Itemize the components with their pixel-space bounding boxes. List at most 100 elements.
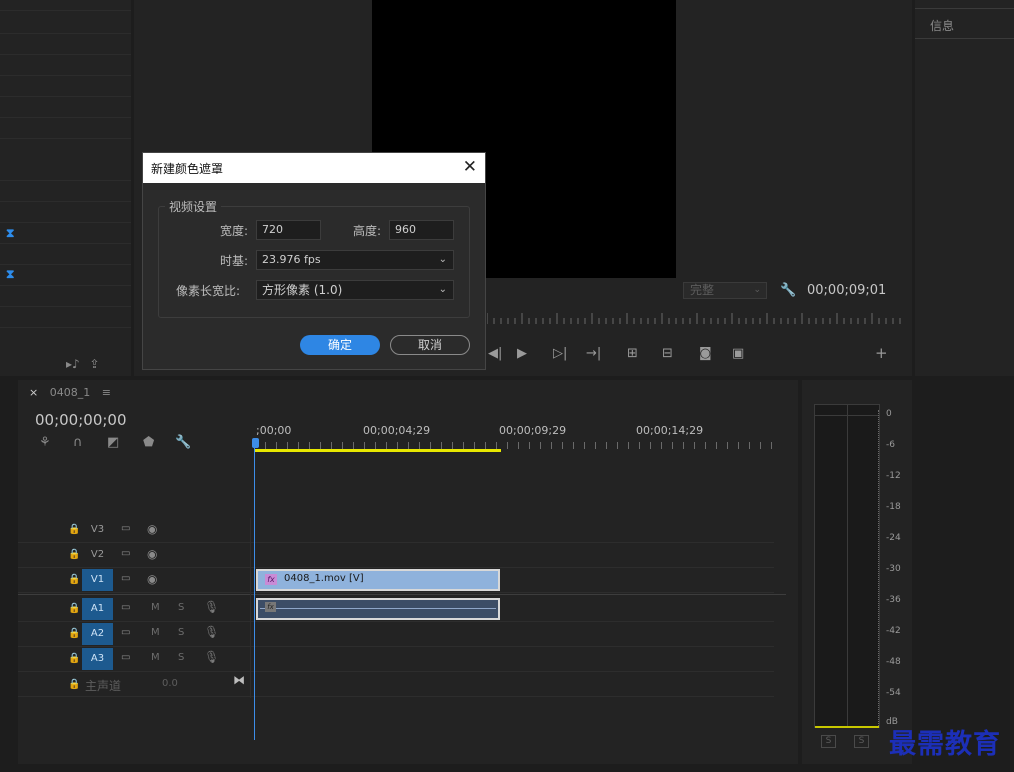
divider (915, 8, 1014, 9)
lock-icon[interactable]: 🔒 (68, 628, 80, 639)
program-timecode[interactable]: 00;00;09;01 (807, 283, 886, 298)
divider (0, 54, 131, 55)
timeline-timecode[interactable]: 00;00;00;00 (35, 411, 127, 429)
width-field[interactable]: 720 (256, 220, 321, 240)
program-ruler[interactable] (487, 313, 901, 325)
audio-clip[interactable]: fx (256, 598, 500, 620)
export-icon[interactable]: ⇪ (90, 357, 100, 371)
track-name[interactable]: V2 (82, 544, 113, 566)
timeline-tab[interactable]: × 0408_1 ≡ (29, 386, 111, 399)
video-clip[interactable]: fx 0408_1.mov [V] (256, 569, 500, 591)
camera-icon[interactable]: ◙ (699, 346, 712, 361)
audio-waveform-line (260, 608, 496, 609)
lock-icon[interactable]: 🔒 (68, 603, 80, 614)
solo-right-button[interactable]: S (854, 735, 869, 748)
track-name[interactable]: V1 (82, 569, 113, 591)
project-bottom-icons: ▸♪ ⇪ (66, 357, 100, 371)
microphone-icon[interactable]: 🎙 (204, 625, 219, 639)
eye-icon[interactable]: ◉ (147, 572, 157, 586)
sync-lock-icon[interactable]: ▭ (121, 627, 130, 638)
step-back-icon[interactable]: ◀| (488, 346, 502, 361)
wrench-icon[interactable]: 🔧 (175, 435, 191, 450)
fit-select[interactable]: 完整 ⌄ (683, 282, 767, 299)
lock-icon[interactable]: 🔒 (68, 524, 80, 535)
track-header-v1: 🔒 V1 ▭ ◉ (18, 568, 250, 592)
timeline-tab-label: 0408_1 (49, 386, 91, 399)
tab-info[interactable]: 信息 (930, 17, 954, 34)
divider (0, 117, 131, 118)
go-to-end-icon[interactable]: ⧓ (233, 673, 245, 687)
lock-icon[interactable]: 🔒 (68, 679, 80, 690)
track-row-master (18, 672, 774, 697)
lock-icon[interactable]: 🔒 (68, 653, 80, 664)
av-divider[interactable] (18, 594, 786, 595)
microphone-icon[interactable]: 🎙 (204, 650, 219, 664)
add-button-icon[interactable]: + (875, 344, 888, 362)
linked-selection-icon[interactable]: ◩ (107, 435, 119, 450)
project-panel: ⧗ ⧗ ▸♪ ⇪ (0, 0, 131, 376)
step-forward-icon[interactable]: ▷| (553, 346, 567, 361)
height-field[interactable]: 960 (389, 220, 454, 240)
sync-lock-icon[interactable]: ▭ (121, 602, 130, 613)
solo-button[interactable]: S (178, 602, 184, 613)
sync-lock-icon[interactable]: ▭ (121, 573, 130, 584)
track-header-a1: 🔒 A1 ▭ M S 🎙 (18, 597, 250, 621)
track-name[interactable]: V3 (82, 519, 113, 541)
mute-button[interactable]: M (151, 602, 160, 613)
track-name[interactable]: A1 (82, 598, 113, 620)
menu-icon[interactable]: ≡ (102, 386, 111, 399)
track-name[interactable]: A3 (82, 648, 113, 670)
ruler-label: 00;00;04;29 (363, 424, 431, 437)
solo-left-button[interactable]: S (821, 735, 836, 748)
marker-icon[interactable]: ⬟ (143, 435, 154, 450)
ok-button[interactable]: 确定 (300, 335, 380, 355)
close-icon[interactable]: × (29, 386, 38, 399)
cancel-button[interactable]: 取消 (390, 335, 470, 355)
microphone-icon[interactable]: 🎙 (204, 600, 219, 614)
playhead-line[interactable] (254, 440, 255, 740)
ruler-label: 00;00;09;29 (499, 424, 567, 437)
mute-button[interactable]: M (151, 627, 160, 638)
sync-lock-icon[interactable]: ▭ (121, 652, 130, 663)
nest-icon[interactable]: ⚘ (39, 435, 51, 450)
play-icon[interactable]: ▶ (517, 346, 527, 361)
divider (0, 75, 131, 76)
automate-icon[interactable]: ▸♪ (66, 357, 80, 371)
divider (0, 306, 131, 307)
sequence-icon[interactable]: ⧗ (6, 227, 18, 239)
go-to-out-icon[interactable]: →| (586, 346, 601, 361)
lift-icon[interactable]: ⊞ (627, 346, 638, 361)
solo-button[interactable]: S (178, 627, 184, 638)
solo-button[interactable]: S (178, 652, 184, 663)
wrench-icon[interactable]: 🔧 (780, 283, 796, 298)
compare-icon[interactable]: ▣ (732, 346, 744, 361)
extract-icon[interactable]: ⊟ (662, 346, 673, 361)
sync-lock-icon[interactable]: ▭ (121, 523, 130, 534)
chevron-down-icon: ⌄ (438, 284, 447, 295)
divider (0, 201, 131, 202)
track-header-a2: 🔒 A2 ▭ M S 🎙 (18, 622, 250, 646)
eye-icon[interactable]: ◉ (147, 522, 157, 536)
divider (0, 96, 131, 97)
lock-icon[interactable]: 🔒 (68, 574, 80, 585)
divider (0, 243, 131, 244)
eye-icon[interactable]: ◉ (147, 547, 157, 561)
snap-icon[interactable]: ∩ (73, 435, 83, 450)
lock-icon[interactable]: 🔒 (68, 549, 80, 560)
divider (0, 33, 131, 34)
pixel-aspect-select[interactable]: 方形像素 (1.0) ⌄ (256, 280, 454, 300)
dialog-titlebar[interactable]: 新建颜色遮罩 ✕ (143, 153, 485, 183)
chevron-down-icon: ⌄ (438, 254, 447, 265)
timebase-label: 时基: (220, 254, 249, 268)
mute-button[interactable]: M (151, 652, 160, 663)
audio-meter (814, 404, 880, 728)
master-volume-value[interactable]: 0.0 (162, 678, 178, 689)
timebase-select[interactable]: 23.976 fps ⌄ (256, 250, 454, 270)
close-icon[interactable]: ✕ (463, 157, 477, 177)
track-header-v2: 🔒 V2 ▭ ◉ (18, 543, 250, 567)
track-name[interactable]: A2 (82, 623, 113, 645)
work-area-bar[interactable] (255, 449, 501, 452)
sequence-icon[interactable]: ⧗ (6, 268, 18, 280)
sync-lock-icon[interactable]: ▭ (121, 548, 130, 559)
playhead-handle[interactable] (252, 438, 259, 448)
